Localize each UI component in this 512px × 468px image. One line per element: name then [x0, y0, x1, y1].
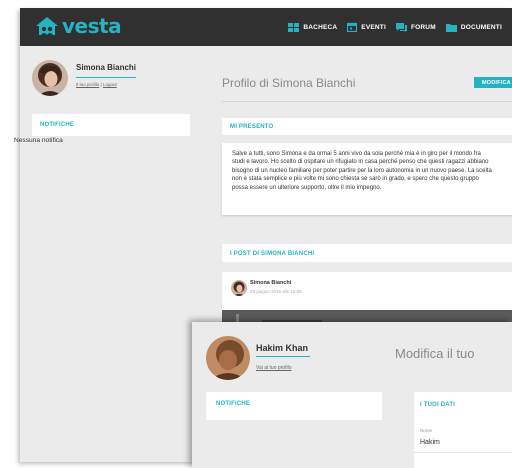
top-navbar: vesta BACHECA EVENTI FORUM DOCUMENTI	[20, 8, 512, 46]
post-avatar	[231, 280, 247, 296]
user-meta: Simona Bianchi Il tuo profilo | Logout	[76, 60, 136, 96]
nav-item-forum[interactable]: FORUM	[395, 22, 436, 32]
notifications-title: NOTIFICHE	[40, 122, 75, 128]
post-date: 23 giugno 2016 alle 15:05	[250, 289, 302, 294]
your-data-panel: I TUOI DATI Nome Hakim	[414, 392, 512, 468]
name-field-label: Nome	[420, 428, 433, 433]
post-author[interactable]: Simona Bianchi	[250, 280, 291, 286]
user-card: Simona Bianchi Il tuo profilo | Logout	[32, 60, 136, 96]
calendar-icon	[347, 22, 358, 32]
about-text: Salve a tutti, sono Simona e da ormai 5 …	[232, 151, 492, 191]
house-logo-icon	[34, 15, 60, 37]
field-divider	[414, 452, 512, 453]
nav-label: BACHECA	[303, 23, 338, 31]
sidebar: Simona Bianchi Il tuo profilo | Logout N…	[20, 46, 198, 462]
user-links: Il tuo profilo | Logout	[76, 82, 136, 87]
edit-profile-screen: Hakim Khan Vai al tuo profilo Modifica i…	[192, 322, 512, 468]
nav-item-eventi[interactable]: EVENTI	[347, 22, 386, 32]
overlay-notifications-title: NOTIFICHE	[216, 401, 251, 407]
nav-label: DOCUMENTI	[460, 23, 502, 31]
name-underline	[76, 77, 136, 78]
overlay-notifications-panel: NOTIFICHE	[206, 392, 382, 420]
overlay-avatar[interactable]	[206, 336, 250, 380]
nav-item-documenti[interactable]: DOCUMENTI	[445, 23, 502, 32]
about-title: MI PRESENTO	[230, 124, 274, 130]
posts-header: I POST DI SIMONA BIANCHI	[222, 244, 512, 262]
your-data-title: I TUOI DATI	[420, 402, 456, 408]
dashboard-icon	[288, 22, 300, 32]
link-separator: |	[100, 82, 102, 87]
nav-label: FORUM	[410, 23, 436, 31]
user-name: Simona Bianchi	[76, 63, 137, 72]
main-nav: BACHECA EVENTI FORUM DOCUMENTI	[278, 8, 512, 46]
logout-link[interactable]: Logout	[103, 82, 117, 87]
overlay-page-title: Modifica il tuo	[395, 346, 475, 361]
name-field[interactable]: Hakim	[420, 439, 440, 446]
forum-icon	[395, 22, 407, 32]
overlay-name-underline	[256, 356, 310, 357]
nav-item-bacheca[interactable]: BACHECA	[288, 22, 338, 32]
post-card[interactable]: Simona Bianchi 23 giugno 2016 alle 15:05	[222, 272, 512, 312]
logo[interactable]: vesta	[34, 14, 122, 38]
avatar[interactable]	[32, 60, 68, 96]
overlay-profile-link[interactable]: Vai al tuo profilo	[256, 365, 291, 371]
page-title: Profilo di Simona Bianchi	[222, 76, 356, 90]
about-card: Salve a tutti, sono Simona e da ormai 5 …	[222, 143, 512, 215]
edit-profile-button[interactable]: MODIFICA	[474, 77, 512, 88]
notifications-empty: Nessuna notifica	[14, 137, 63, 144]
notifications-panel: NOTIFICHE	[32, 114, 190, 136]
logo-text: vesta	[62, 14, 122, 38]
profile-link[interactable]: Il tuo profilo	[76, 82, 99, 87]
about-header: MI PRESENTO	[222, 118, 512, 135]
folder-icon	[445, 23, 457, 32]
overlay-user-name: Hakim Khan	[256, 343, 309, 353]
title-divider	[222, 101, 512, 102]
nav-label: EVENTI	[361, 23, 386, 31]
posts-title: I POST DI SIMONA BIANCHI	[230, 251, 315, 257]
